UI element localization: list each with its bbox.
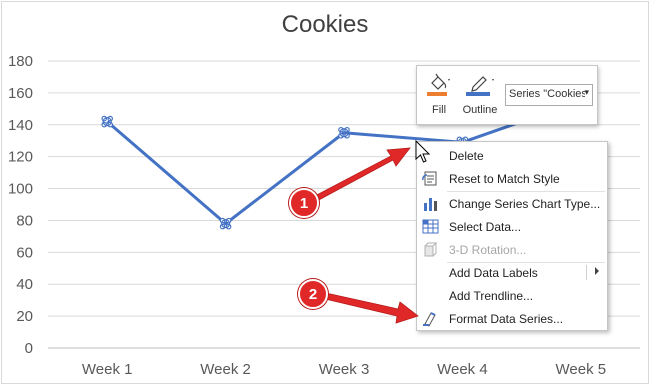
mini-toolbar: Fill Outline Series "Cookies" ▾ <box>416 65 598 125</box>
y-tick-label: 80 <box>16 212 33 229</box>
x-axis-labels: Week 1 Week 2 Week 3 Week 4 Week 5 <box>82 361 606 378</box>
context-menu: Delete Reset to Match Style Change Serie… <box>416 141 608 331</box>
chevron-right-icon <box>595 267 599 275</box>
series-select-value: Series "Cookies" <box>509 88 585 100</box>
menu-item-3d-rotation: 3-D Rotation... <box>417 238 607 261</box>
menu-item-select-data[interactable]: Select Data... <box>417 215 607 238</box>
menu-item-label: Change Series Chart Type... <box>449 197 601 211</box>
chart-title[interactable]: Cookies <box>282 11 369 38</box>
menu-item-label: Add Trendline... <box>449 289 534 303</box>
fill-label: Fill <box>431 104 447 116</box>
reset-style-icon <box>422 171 437 186</box>
annotation-badge-2: 2 <box>298 279 328 309</box>
menu-item-label: Add Data Labels <box>449 266 538 280</box>
y-tick-label: 100 <box>8 181 33 198</box>
menu-item-label: 3-D Rotation... <box>449 243 527 257</box>
y-tick-label: 180 <box>8 53 33 70</box>
pen-icon <box>466 76 494 96</box>
y-tick-label: 120 <box>8 149 33 166</box>
menu-item-change-series-chart-type[interactable]: Change Series Chart Type... <box>417 192 607 215</box>
menu-item-add-trendline[interactable]: Add Trendline... <box>417 284 607 307</box>
fill-button[interactable]: Fill <box>423 70 455 122</box>
y-tick-label: 20 <box>16 308 33 325</box>
chevron-down-icon: ▾ <box>584 87 589 97</box>
y-tick-label: 60 <box>16 244 33 261</box>
paint-bucket-icon <box>427 73 450 96</box>
menu-item-label: Delete <box>449 149 484 163</box>
chart-type-icon <box>424 198 437 211</box>
x-tick-label: Week 2 <box>200 361 251 378</box>
x-tick-label: Week 5 <box>556 361 607 378</box>
series-select-dropdown[interactable]: Series "Cookies" ▾ <box>505 84 593 106</box>
rotation-3d-icon <box>424 242 438 257</box>
y-axis-labels: 0 20 40 60 80 100 120 140 160 180 <box>8 53 33 357</box>
y-tick-label: 40 <box>16 276 33 293</box>
menu-item-add-data-labels[interactable]: Add Data Labels <box>417 261 607 284</box>
outline-button[interactable]: Outline <box>459 70 501 122</box>
x-tick-label: Week 4 <box>437 361 488 378</box>
submenu-divider <box>586 265 587 280</box>
x-tick-label: Week 3 <box>319 361 370 378</box>
menu-item-format-data-series[interactable]: Format Data Series... <box>417 307 607 330</box>
outline-label: Outline <box>462 104 498 116</box>
y-tick-label: 140 <box>8 117 33 134</box>
select-data-icon <box>422 219 439 234</box>
menu-item-label: Format Data Series... <box>449 312 564 326</box>
menu-item-label: Reset to Match Style <box>449 172 560 186</box>
y-tick-label: 160 <box>8 85 33 102</box>
annotation-badge-1: 1 <box>289 188 319 218</box>
menu-item-reset-to-match-style[interactable]: Reset to Match Style <box>417 167 607 190</box>
x-tick-label: Week 1 <box>82 361 133 378</box>
menu-item-delete[interactable]: Delete <box>417 144 607 167</box>
y-tick-label: 0 <box>25 340 33 357</box>
menu-item-label: Select Data... <box>449 220 522 234</box>
format-series-icon <box>423 312 436 327</box>
